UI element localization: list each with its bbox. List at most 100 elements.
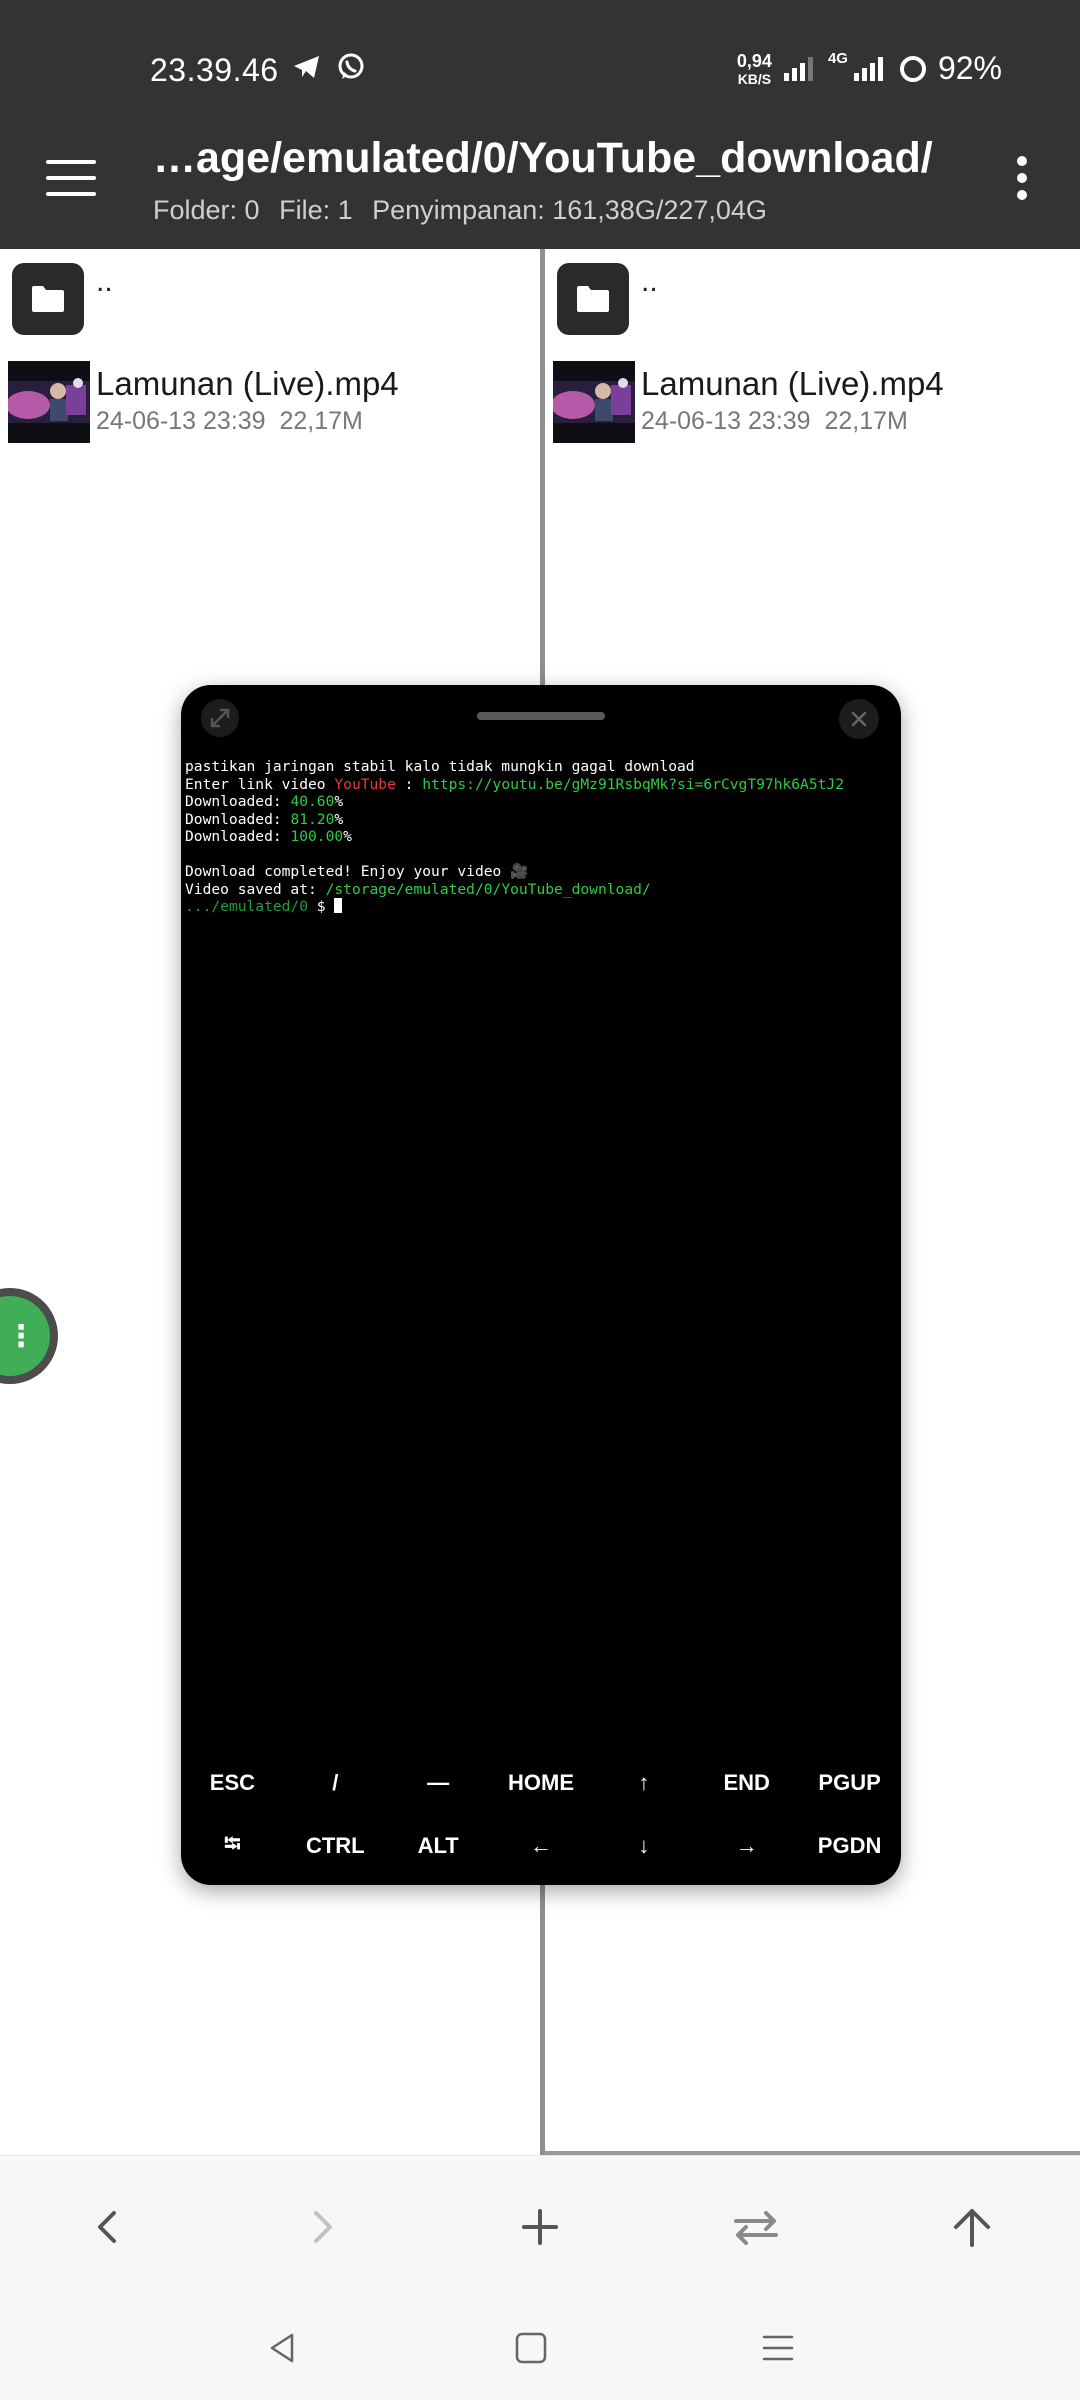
terminal-text: Downloaded: [185,810,291,828]
system-navigation-bar [0,2290,1080,2400]
terminal-text: % [343,828,352,845]
folder-icon [12,263,84,335]
file-item[interactable]: Lamunan (Live).mp4 24-06-13 23:39 22,17M [553,361,944,443]
network-speed-unit: KB/S [737,70,772,87]
signal-icon [783,56,813,81]
hamburger-menu-icon[interactable] [46,160,96,196]
saved-path: /storage/emulated/0/YouTube_download/ [325,880,651,898]
key-slash[interactable]: / [284,1753,387,1813]
top-bar: 23.39.46 0,94 KB/S 4G 92% …age/emulated/… [0,0,1080,249]
folder-count: Folder: 0 [153,195,260,225]
key-alt[interactable]: ALT [387,1816,490,1876]
floating-terminal-window[interactable]: pastikan jaringan stabil kalo tidak mung… [181,685,901,1885]
parent-folder-row[interactable]: .. [12,263,113,335]
prompt-line: .../emulated/0 $ [185,898,895,916]
file-size: 22,17M [824,407,908,435]
nav-recents-icon[interactable] [748,2318,808,2378]
bottom-toolbar [0,2155,1080,2291]
parent-folder-label: .. [96,265,113,298]
terminal-line: Video saved at: /storage/emulated/0/YouT… [185,881,895,899]
file-meta: 24-06-13 23:39 22,17M [96,407,399,436]
terminal-line: pastikan jaringan stabil kalo tidak mung… [185,758,695,775]
whatsapp-icon [338,53,364,79]
file-size: 22,17M [279,407,363,435]
parent-folder-row[interactable]: .. [557,263,658,335]
extra-keys-row-1: ESC / — HOME ↑ END PGUP [181,1753,901,1813]
parent-folder-label: .. [641,265,658,298]
video-thumbnail [553,361,635,443]
arrow-up-icon[interactable] [937,2192,1007,2262]
folder-stats: Folder: 0 File: 1 Penyimpanan: 161,38G/2… [153,195,779,226]
key-esc[interactable]: ESC [181,1753,284,1813]
terminal-text: Downloaded: [185,828,291,845]
key-right[interactable]: → [695,1816,798,1876]
extra-keys-row-2: ⭾ CTRL ALT ← ↓ → PGDN [181,1816,901,1876]
terminal-text: Enter link video [185,775,335,793]
terminal-text: % [334,793,344,810]
terminal-text: : [395,775,423,793]
battery-percent: 92% [937,50,1002,86]
network-type-label: 4G [827,50,848,67]
key-ctrl[interactable]: CTRL [284,1816,387,1876]
chevron-right-icon[interactable] [288,2192,358,2262]
nav-home-icon[interactable] [501,2318,561,2378]
key-down[interactable]: ↓ [592,1816,695,1876]
key-end[interactable]: END [695,1753,798,1813]
network-speed: 0,94 KB/S [737,52,772,86]
key-pgup[interactable]: PGUP [798,1753,901,1813]
file-count: File: 1 [279,195,353,225]
more-dots-icon: ⋮ [0,1296,50,1376]
progress-line: Downloaded: 40.60% [185,793,895,811]
chevron-left-icon[interactable] [72,2192,142,2262]
terminal-text: Downloaded: [185,793,291,810]
signal-4g-icon [853,56,883,81]
overflow-menu-icon[interactable] [1016,156,1028,200]
key-up[interactable]: ↑ [592,1753,695,1813]
terminal-line: Download completed! Enjoy your video 🎥 [185,863,529,880]
storage-usage: Penyimpanan: 161,38G/227,04G [372,195,767,225]
battery-ring-icon [899,55,926,82]
terminal-text: Video saved at: [185,880,326,898]
file-item[interactable]: Lamunan (Live).mp4 24-06-13 23:39 22,17M [8,361,399,443]
file-date: 24-06-13 23:39 [96,407,266,435]
folder-icon [557,263,629,335]
key-pgdn[interactable]: PGDN [798,1816,901,1876]
key-tab[interactable]: ⭾ [181,1816,284,1876]
terminal-text: % [334,810,344,828]
terminal-service-name: YouTube [334,775,396,793]
file-meta: 24-06-13 23:39 22,17M [641,407,944,436]
plus-icon[interactable] [505,2192,575,2262]
progress-line: Downloaded: 100.00% [185,828,895,846]
file-name: Lamunan (Live).mp4 [641,365,944,402]
progress-value: 81.20 [290,810,335,828]
extra-keys-bar: ESC / — HOME ↑ END PGUP ⭾ CTRL ALT ← ↓ →… [181,1753,901,1881]
terminal-url: https://youtu.be/gMz91RsbqMk?si=6rCvgT97… [422,775,844,793]
system-status: 0,94 KB/S 4G 92% [737,50,1002,87]
terminal-line: Enter link video YouTube : https://youtu… [185,776,895,794]
prompt-dir: .../emulated/0 [185,898,309,915]
terminal-output[interactable]: pastikan jaringan stabil kalo tidak mung… [185,758,895,916]
status-time: 23.39.46 [150,52,279,88]
key-home[interactable]: HOME [490,1753,593,1813]
close-icon[interactable] [839,699,879,739]
nav-back-icon[interactable] [252,2318,312,2378]
notification-icons [292,52,366,82]
drag-handle[interactable] [477,712,605,720]
network-speed-value: 0,94 [736,50,772,71]
prompt-symbol: $ [308,898,335,915]
key-left[interactable]: ← [490,1816,593,1876]
file-name: Lamunan (Live).mp4 [96,365,399,402]
floating-action-button[interactable]: ⋮ [0,1288,58,1384]
key-dash[interactable]: — [387,1753,490,1813]
progress-line: Downloaded: 81.20% [185,811,895,829]
swap-icon[interactable] [721,2192,791,2262]
file-date: 24-06-13 23:39 [641,407,811,435]
progress-value: 40.60 [290,793,335,810]
progress-value: 100.00 [290,828,344,845]
telegram-icon [294,56,319,78]
text-cursor [334,898,343,913]
current-path: …age/emulated/0/YouTube_download/ [153,134,933,182]
expand-icon[interactable] [201,699,239,737]
video-thumbnail [8,361,90,443]
